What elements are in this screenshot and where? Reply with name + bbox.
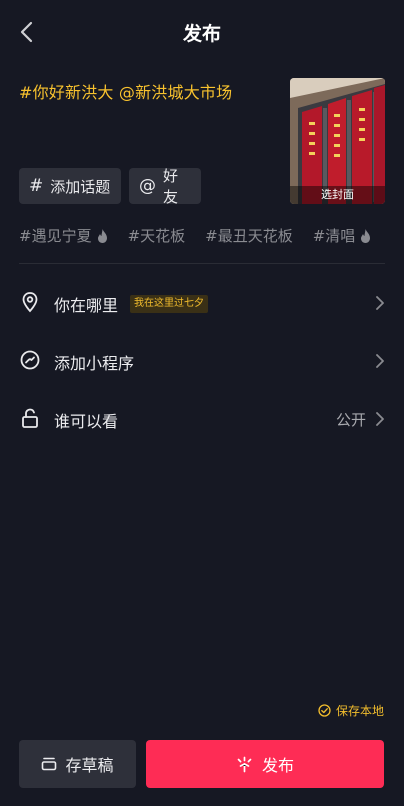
topic-label: #清唱 bbox=[312, 227, 356, 245]
cover-label: 选封面 bbox=[290, 186, 385, 204]
topic-label: #天花板 bbox=[127, 227, 186, 245]
mention-friend-button[interactable]: @ 好友 bbox=[129, 167, 201, 206]
location-row[interactable]: 你在哪里 我在这里过七夕 bbox=[0, 283, 404, 323]
sparkle-icon bbox=[237, 756, 252, 772]
location-pin-icon bbox=[22, 292, 38, 313]
mention-friend-label: 好友 bbox=[163, 167, 179, 206]
topic-chip[interactable]: #最丑天花板 bbox=[205, 225, 293, 246]
check-circle-icon bbox=[318, 704, 331, 717]
save-local-label: 保存本地 bbox=[335, 704, 384, 718]
lock-icon bbox=[22, 408, 38, 428]
chevron-right-icon bbox=[376, 296, 384, 310]
cover-thumbnail[interactable]: 选封面 bbox=[290, 78, 385, 204]
visibility-label: 谁可以看 bbox=[54, 412, 119, 431]
visibility-row[interactable]: 谁可以看 公开 bbox=[0, 399, 404, 439]
mini-program-icon bbox=[20, 350, 40, 370]
chevron-right-icon bbox=[376, 354, 384, 368]
add-topic-label: 添加话题 bbox=[50, 177, 111, 196]
publish-button[interactable]: 发布 bbox=[146, 740, 384, 788]
chevron-right-icon bbox=[376, 412, 384, 426]
topic-chip[interactable]: #遇见宁夏 bbox=[19, 225, 108, 246]
flame-icon bbox=[361, 228, 371, 243]
header: 发布 bbox=[0, 0, 404, 64]
add-topic-button[interactable]: # 添加话题 bbox=[19, 168, 121, 204]
flame-icon bbox=[97, 228, 107, 243]
mini-program-label: 添加小程序 bbox=[54, 354, 135, 373]
draft-box-icon bbox=[42, 757, 57, 771]
topic-label: #最丑天花板 bbox=[205, 227, 293, 245]
topic-chip[interactable]: #清唱 bbox=[313, 225, 372, 246]
visibility-value: 公开 bbox=[335, 411, 366, 429]
hashtag-icon: # bbox=[29, 176, 44, 196]
location-suggestion-badge[interactable]: 我在这里过七夕 bbox=[130, 295, 208, 313]
save-draft-label: 存草稿 bbox=[65, 756, 114, 775]
caption-text[interactable]: #你好新洪大 @新洪城大市场 bbox=[19, 79, 232, 103]
topic-label: #遇见宁夏 bbox=[19, 227, 92, 245]
at-icon: @ bbox=[139, 176, 156, 196]
page-title: 发布 bbox=[182, 23, 221, 45]
save-local-toggle[interactable]: 保存本地 bbox=[318, 702, 384, 719]
divider bbox=[19, 263, 385, 264]
suggested-topics: #遇见宁夏 #天花板 #最丑天花板 #清唱 bbox=[19, 225, 391, 246]
publish-label: 发布 bbox=[261, 756, 294, 775]
topic-chip[interactable]: #天花板 bbox=[128, 225, 186, 246]
location-label: 你在哪里 bbox=[54, 296, 119, 315]
save-draft-button[interactable]: 存草稿 bbox=[19, 740, 136, 788]
mini-program-row[interactable]: 添加小程序 bbox=[0, 341, 404, 381]
